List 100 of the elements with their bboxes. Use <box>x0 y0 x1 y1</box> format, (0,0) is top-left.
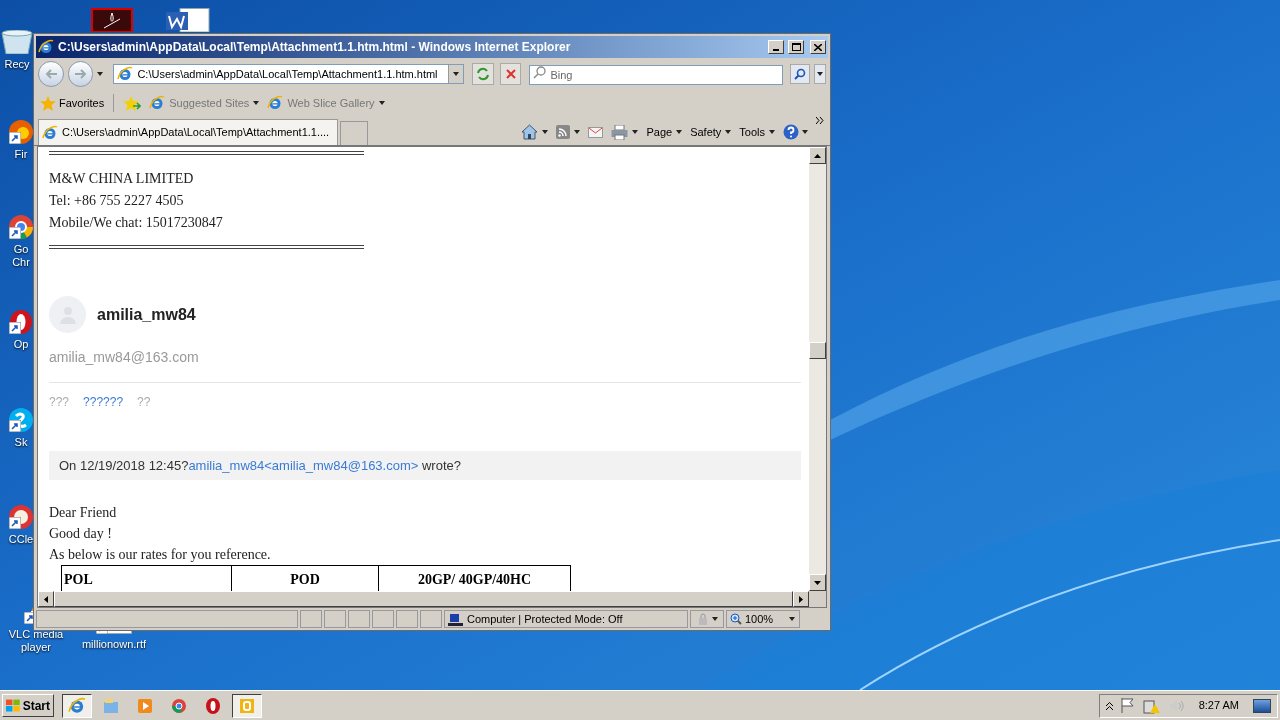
stop-icon <box>505 69 516 79</box>
icon-label: Fir <box>14 148 28 161</box>
sender-email: amilia_mw84@163.com <box>49 348 200 367</box>
caret-icon <box>789 617 795 621</box>
body-text: Good day ! <box>49 525 113 543</box>
up-arrow-icon <box>814 153 821 158</box>
caret-icon <box>574 130 581 134</box>
body-text: As below is our rates for you reference. <box>49 546 272 564</box>
caret-icon <box>97 72 104 76</box>
command-menu[interactable]: Page <box>646 123 683 141</box>
chrome-icon <box>170 696 188 715</box>
tray-expand-button[interactable] <box>1105 701 1113 710</box>
flag-icon[interactable] <box>1120 698 1135 713</box>
caret-icon <box>725 130 732 134</box>
browser-icon <box>117 66 134 82</box>
minimize-button[interactable] <box>768 40 784 54</box>
pdf-icon <box>91 8 133 32</box>
email-link[interactable]: amilia_mw84<amilia_mw84@163.com> <box>188 458 419 473</box>
icon-label: Recy <box>4 58 30 71</box>
opera-icon <box>204 696 222 715</box>
recycle-bin-icon <box>0 30 34 54</box>
back-button[interactable] <box>38 61 64 87</box>
home-button[interactable] <box>521 124 549 140</box>
printer-icon <box>611 124 629 140</box>
taskbar-app[interactable] <box>62 693 92 718</box>
caret-icon <box>632 130 639 134</box>
icon-label: CCle <box>8 533 34 546</box>
window-title: C:\Users\admin\AppData\Local\Temp\Attachment1.1.htm.html - Windows Internet Explorer <box>58 39 572 56</box>
browser-icon <box>267 95 284 111</box>
caret-icon <box>378 101 385 105</box>
search-icon <box>533 66 547 79</box>
body-text: Dear Friend <box>49 504 118 522</box>
chevron-icon[interactable] <box>816 117 824 124</box>
scrollbar-thumb[interactable] <box>809 342 826 359</box>
folder-icon <box>102 696 120 715</box>
signature-line: M&W CHINA LIMITED <box>49 170 195 188</box>
shortcut-arrow-icon <box>9 517 21 529</box>
vertical-scrollbar[interactable] <box>809 147 826 591</box>
status-panel <box>420 610 442 628</box>
show-desktop-button[interactable] <box>1253 698 1271 713</box>
refresh-button[interactable] <box>471 63 494 85</box>
left-arrow-icon <box>44 595 48 603</box>
close-icon <box>814 43 822 51</box>
favorites-button[interactable]: Favorites <box>40 94 105 112</box>
stop-button[interactable] <box>499 63 522 85</box>
browser-icon <box>38 39 54 55</box>
status-panel <box>348 610 370 628</box>
icon-label: millionown.rtf <box>81 638 147 651</box>
icon-label: VLC media player <box>8 628 64 654</box>
mail-button[interactable] <box>588 126 604 138</box>
star-icon <box>40 95 56 111</box>
command-menu[interactable]: Safety <box>690 123 732 141</box>
security-zone: Computer | Protected Mode: Off <box>467 611 623 627</box>
command-menu[interactable]: Tools <box>739 123 775 141</box>
computer-icon <box>448 612 463 626</box>
icon-label: Go Chr <box>12 243 30 269</box>
browser-tab[interactable]: C:\Users\admin\AppData\Local\Temp\Attachment1.1.... <box>38 119 338 145</box>
avatar-icon <box>49 296 86 333</box>
caret-icon <box>676 130 683 134</box>
search-field[interactable]: Bing <box>529 65 784 85</box>
caret-icon <box>542 130 549 134</box>
print-button[interactable] <box>611 124 639 140</box>
horizontal-scrollbar[interactable] <box>38 591 826 607</box>
status-panel <box>300 610 322 628</box>
status-panel <box>396 610 418 628</box>
envelope-icon <box>588 126 604 138</box>
feed-icon <box>556 125 571 139</box>
caret-icon <box>769 130 775 134</box>
refresh-icon <box>475 67 490 81</box>
caret-icon <box>802 130 808 134</box>
action-link[interactable]: ?????? <box>83 393 124 411</box>
quote-header: On 12/19/2018 12:45?amilia_mw84<amilia_mw84@163.com> wrote? <box>49 451 801 480</box>
maximize-button[interactable] <box>788 40 804 54</box>
search-icon <box>794 68 807 80</box>
status-panel <box>324 610 346 628</box>
start-button[interactable]: Start <box>2 694 54 717</box>
action-text: ?? <box>137 394 151 411</box>
down-arrow-icon <box>814 580 821 585</box>
taskbar-app[interactable] <box>232 693 262 718</box>
caret-icon <box>452 72 459 76</box>
address-field[interactable]: C:\Users\admin\AppData\Local\Temp\Attachment1.1.htm.html <box>113 64 464 84</box>
caret-icon <box>253 101 260 105</box>
signature-line: Tel: +86 755 2227 4505 <box>49 192 185 210</box>
feeds-button[interactable] <box>556 125 581 139</box>
search-options-button[interactable] <box>814 64 826 84</box>
play-icon <box>136 696 154 715</box>
help-icon <box>783 124 799 140</box>
clock: 8:27 AM <box>1198 698 1239 714</box>
home-icon <box>521 124 539 140</box>
document-icon <box>166 8 210 32</box>
close-button[interactable] <box>810 40 826 54</box>
right-arrow-icon <box>799 595 803 603</box>
search-button[interactable] <box>790 64 811 84</box>
browser-icon <box>42 124 58 141</box>
help-button[interactable] <box>783 124 808 140</box>
app-icon <box>238 696 256 715</box>
chevron-up-icon <box>1105 701 1113 710</box>
signature-line: Mobile/We chat: 15017230847 <box>49 214 224 232</box>
windows-logo-icon <box>6 698 21 713</box>
zoom-button[interactable]: 100% <box>726 610 800 628</box>
